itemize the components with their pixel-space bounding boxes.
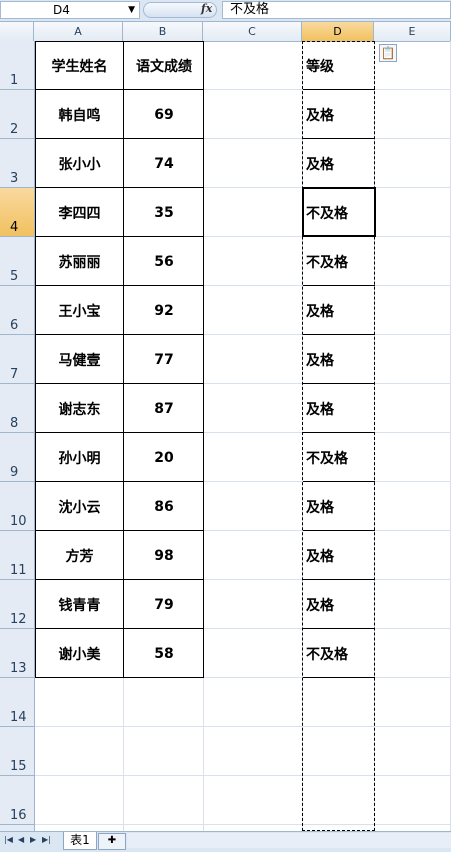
- cell-student-name[interactable]: 孙小明: [35, 433, 124, 482]
- horizontal-scrollbar[interactable]: [127, 833, 451, 848]
- row-number: 4: [10, 220, 19, 235]
- row-header-3[interactable]: 3: [0, 139, 34, 188]
- cell-score[interactable]: 86: [124, 482, 204, 531]
- row-header-10[interactable]: 10: [0, 482, 34, 531]
- worksheet-grid[interactable]: 学生姓名 语文成绩 等级 韩自鸣 69 及格 张小小 74 及格 李四四 35 不及格 苏丽丽 56 不及格…: [35, 41, 451, 831]
- row-header-5[interactable]: 5: [0, 237, 34, 286]
- row-number: 8: [10, 416, 19, 431]
- row-header-bar: 1 2 3 4 5 6 7 8 9 10 11 12 13 14 15 16: [0, 41, 35, 831]
- formula-button-area: fx: [143, 1, 219, 19]
- name-box-value: D4: [53, 3, 70, 17]
- row-header-1[interactable]: 1: [0, 41, 34, 90]
- row-header-2[interactable]: 2: [0, 90, 34, 139]
- name-box[interactable]: D4 ▼: [0, 1, 140, 19]
- cell-score[interactable]: 56: [124, 237, 204, 286]
- column-header-c[interactable]: C: [203, 22, 302, 41]
- new-sheet-icon[interactable]: ✚: [98, 833, 126, 850]
- cell-student-name[interactable]: 苏丽丽: [35, 237, 124, 286]
- cell-student-name[interactable]: 谢志东: [35, 384, 124, 433]
- cell-student-name[interactable]: 方芳: [35, 531, 124, 580]
- column-header-bar: A B C D E: [0, 22, 451, 42]
- cell-score[interactable]: 69: [124, 90, 204, 139]
- column-header-e[interactable]: E: [374, 22, 451, 41]
- row-number: 6: [10, 318, 19, 333]
- column-header-b[interactable]: B: [123, 22, 203, 41]
- formula-bar: D4 ▼ fx 不及格: [0, 0, 451, 22]
- row-number: 9: [10, 465, 19, 480]
- row-header-11[interactable]: 11: [0, 531, 34, 580]
- sheet-tab-1[interactable]: 表1: [63, 832, 97, 850]
- cell-score[interactable]: 87: [124, 384, 204, 433]
- header-cell-name[interactable]: 学生姓名: [35, 41, 124, 90]
- cell-score[interactable]: 98: [124, 531, 204, 580]
- gridline-horizontal: [35, 775, 451, 776]
- cell-student-name[interactable]: 谢小美: [35, 629, 124, 678]
- row-header-8[interactable]: 8: [0, 384, 34, 433]
- prev-sheet-icon[interactable]: ◀: [18, 835, 24, 844]
- last-sheet-icon[interactable]: ▶|: [42, 835, 51, 844]
- row-number: 12: [10, 612, 27, 627]
- row-header-14[interactable]: 14: [0, 678, 34, 727]
- row-header-4[interactable]: 4: [0, 188, 34, 237]
- next-sheet-icon[interactable]: ▶: [30, 835, 36, 844]
- active-cell-d4[interactable]: [302, 187, 376, 237]
- row-number: 1: [10, 73, 19, 88]
- row-number: 5: [10, 269, 19, 284]
- cell-student-name[interactable]: 李四四: [35, 188, 124, 237]
- row-number: 14: [10, 710, 27, 725]
- cell-score[interactable]: 74: [124, 139, 204, 188]
- sheet-tab-bar: |◀ ◀ ▶ ▶| 表1 ✚: [0, 831, 451, 852]
- first-sheet-icon[interactable]: |◀: [4, 835, 13, 844]
- cell-student-name[interactable]: 王小宝: [35, 286, 124, 335]
- cell-student-name[interactable]: 钱青青: [35, 580, 124, 629]
- row-header-9[interactable]: 9: [0, 433, 34, 482]
- chevron-down-icon[interactable]: ▼: [128, 2, 135, 18]
- insert-function-icon[interactable]: fx: [201, 2, 212, 15]
- cell-student-name[interactable]: 马健壹: [35, 335, 124, 384]
- row-number: 13: [10, 661, 27, 676]
- row-header-12[interactable]: 12: [0, 580, 34, 629]
- row-header-15[interactable]: 15: [0, 727, 34, 776]
- cell-score[interactable]: 92: [124, 286, 204, 335]
- row-header-7[interactable]: 7: [0, 335, 34, 384]
- row-number: 2: [10, 122, 19, 137]
- cell-score[interactable]: 58: [124, 629, 204, 678]
- row-number: 10: [10, 514, 27, 529]
- row-number: 3: [10, 171, 19, 186]
- row-header-6[interactable]: 6: [0, 286, 34, 335]
- cell-score[interactable]: 77: [124, 335, 204, 384]
- cell-score[interactable]: 35: [124, 188, 204, 237]
- cell-student-name[interactable]: 韩自鸣: [35, 90, 124, 139]
- column-header-a[interactable]: A: [34, 22, 123, 41]
- cell-score[interactable]: 20: [124, 433, 204, 482]
- header-cell-score[interactable]: 语文成绩: [124, 41, 204, 90]
- gridline-horizontal: [35, 726, 451, 727]
- column-header-d[interactable]: D: [302, 22, 374, 41]
- row-header-13[interactable]: 13: [0, 629, 34, 678]
- row-number: 7: [10, 367, 19, 382]
- select-all-corner[interactable]: [0, 22, 34, 41]
- row-number: 15: [10, 759, 27, 774]
- row-number: 11: [10, 563, 27, 578]
- gridline-horizontal: [35, 824, 451, 825]
- cell-student-name[interactable]: 沈小云: [35, 482, 124, 531]
- cell-student-name[interactable]: 张小小: [35, 139, 124, 188]
- row-number: 16: [10, 808, 27, 823]
- clipboard-icon[interactable]: 📋: [379, 44, 397, 62]
- row-header-16[interactable]: 16: [0, 776, 34, 825]
- cell-score[interactable]: 79: [124, 580, 204, 629]
- formula-input[interactable]: 不及格: [222, 1, 451, 19]
- copy-marquee: [302, 41, 375, 831]
